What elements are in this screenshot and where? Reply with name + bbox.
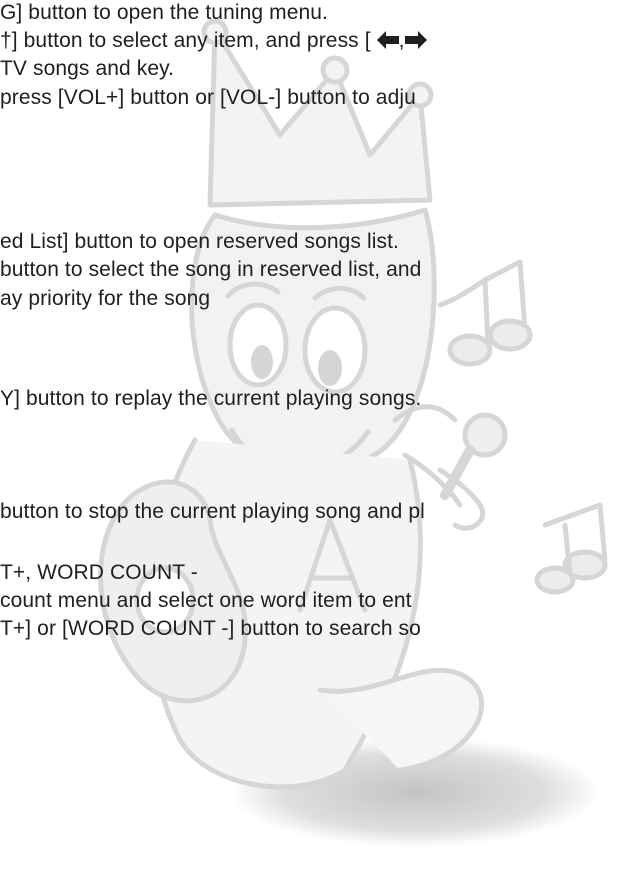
text-line-6: button to select the song in reserved li… — [0, 258, 422, 281]
text-line-3: TV songs and key. — [0, 57, 175, 80]
manual-page: G] button to open the tuning menu. †] bu… — [0, 0, 630, 883]
manual-text: G] button to open the tuning menu. †] bu… — [0, 0, 630, 883]
text-line-12: T+] or [WORD COUNT -] button to search s… — [0, 617, 421, 640]
text-line-2: †] button to select any item, and press … — [0, 28, 427, 54]
text-line-11: count menu and select one word item to e… — [0, 589, 412, 612]
right-arrow-icon — [404, 30, 427, 49]
text-line-5: ed List] button to open reserved songs l… — [0, 230, 399, 253]
text-line-8: Y] button to replay the current playing … — [0, 387, 422, 410]
text-line-4: press [VOL+] button or [VOL-] button to … — [0, 86, 416, 109]
left-arrow-icon — [376, 30, 399, 49]
text-line-1: G] button to open the tuning menu. — [0, 1, 328, 24]
text-line-10: T+, WORD COUNT - — [0, 561, 198, 584]
text-line-9: button to stop the current playing song … — [0, 500, 425, 523]
text-line-7: ay priority for the song — [0, 287, 211, 310]
text-line-2-content: †] button to select any item, and press … — [0, 29, 371, 52]
